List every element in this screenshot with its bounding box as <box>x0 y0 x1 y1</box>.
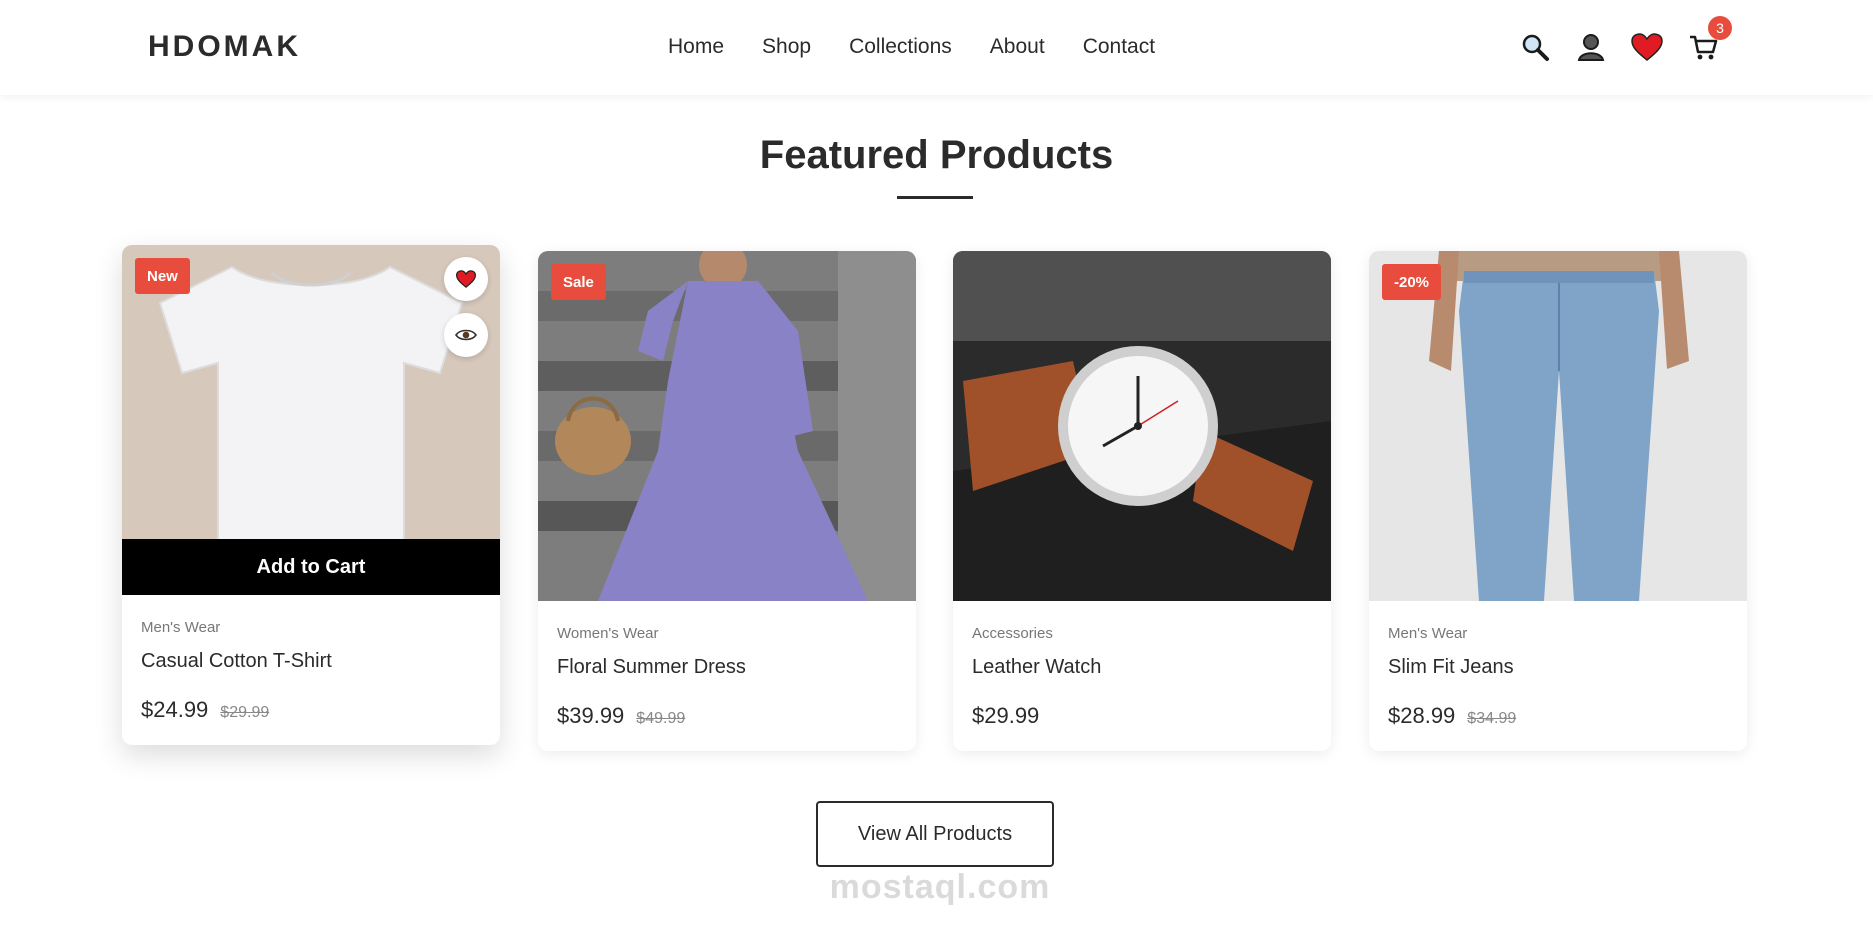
site-header: HDOMAK Home Shop Collections About Conta… <box>0 0 1873 95</box>
nav-home[interactable]: Home <box>668 35 724 59</box>
nav-collections[interactable]: Collections <box>849 35 952 59</box>
product-category: Men's Wear <box>141 619 221 636</box>
badge-new: New <box>135 258 190 294</box>
heart-icon[interactable] <box>1630 30 1664 64</box>
product-image-watch[interactable] <box>953 251 1331 601</box>
wishlist-button[interactable] <box>444 257 488 301</box>
product-card[interactable]: Sale Women's Wear Floral Summer Dress $3… <box>538 251 916 751</box>
product-image-tshirt[interactable]: New Add to Cart <box>122 245 500 595</box>
product-price: $28.99 <box>1388 703 1456 728</box>
product-card[interactable]: -20% Men's Wear Slim Fit Jeans $28.99 $3… <box>1369 251 1747 751</box>
watermark: mostaql.com <box>829 868 1051 906</box>
cart-icon[interactable]: 3 <box>1686 16 1732 64</box>
header-icons: 3 <box>1518 16 1742 64</box>
user-icon[interactable] <box>1574 30 1608 64</box>
search-icon[interactable] <box>1518 30 1552 64</box>
product-image-jeans[interactable]: -20% <box>1369 251 1747 601</box>
price-row: $39.99 $49.99 <box>557 703 897 729</box>
product-old-price: $34.99 <box>1467 710 1517 727</box>
product-category: Accessories <box>972 625 1053 642</box>
product-image-dress[interactable]: Sale <box>538 251 916 601</box>
cart-count-badge: 3 <box>1708 16 1732 40</box>
product-info: Women's Wear Floral Summer Dress $39.99 … <box>538 601 916 751</box>
badge-sale: Sale <box>551 264 606 300</box>
product-card[interactable]: New Add to Cart Men's Wear Casual Cotton… <box>122 245 500 745</box>
product-info: Accessories Leather Watch $29.99 <box>953 601 1331 751</box>
price-row: $29.99 <box>972 703 1312 729</box>
nav-contact[interactable]: Contact <box>1083 35 1155 59</box>
price-row: $28.99 $34.99 <box>1388 703 1728 729</box>
badge-discount: -20% <box>1382 264 1442 300</box>
add-to-cart-button[interactable]: Add to Cart <box>122 539 500 595</box>
product-price: $24.99 <box>141 697 209 722</box>
product-info: Men's Wear Slim Fit Jeans $28.99 $34.99 <box>1369 601 1747 751</box>
product-category: Women's Wear <box>557 625 659 642</box>
section-title: Featured Products <box>759 133 1114 177</box>
nav-shop[interactable]: Shop <box>762 35 811 59</box>
product-price: $39.99 <box>557 703 625 728</box>
product-old-price: $29.99 <box>220 704 270 721</box>
product-info: Men's Wear Casual Cotton T-Shirt $24.99 … <box>122 595 500 745</box>
title-underline <box>897 196 973 199</box>
product-card[interactable]: Accessories Leather Watch $29.99 <box>953 251 1331 751</box>
view-all-products-button[interactable]: View All Products <box>816 801 1054 867</box>
main-nav: Home Shop Collections About Contact <box>668 35 1193 59</box>
product-category: Men's Wear <box>1388 625 1468 642</box>
product-price: $29.99 <box>972 703 1040 728</box>
logo[interactable]: HDOMAK <box>148 30 301 64</box>
product-name[interactable]: Floral Summer Dress <box>557 656 897 679</box>
quick-view-button[interactable] <box>444 313 488 357</box>
product-name[interactable]: Leather Watch <box>972 656 1312 679</box>
product-old-price: $49.99 <box>636 710 686 727</box>
price-row: $24.99 $29.99 <box>141 697 481 723</box>
product-name[interactable]: Slim Fit Jeans <box>1388 656 1728 679</box>
product-name[interactable]: Casual Cotton T-Shirt <box>141 650 481 673</box>
nav-about[interactable]: About <box>990 35 1045 59</box>
